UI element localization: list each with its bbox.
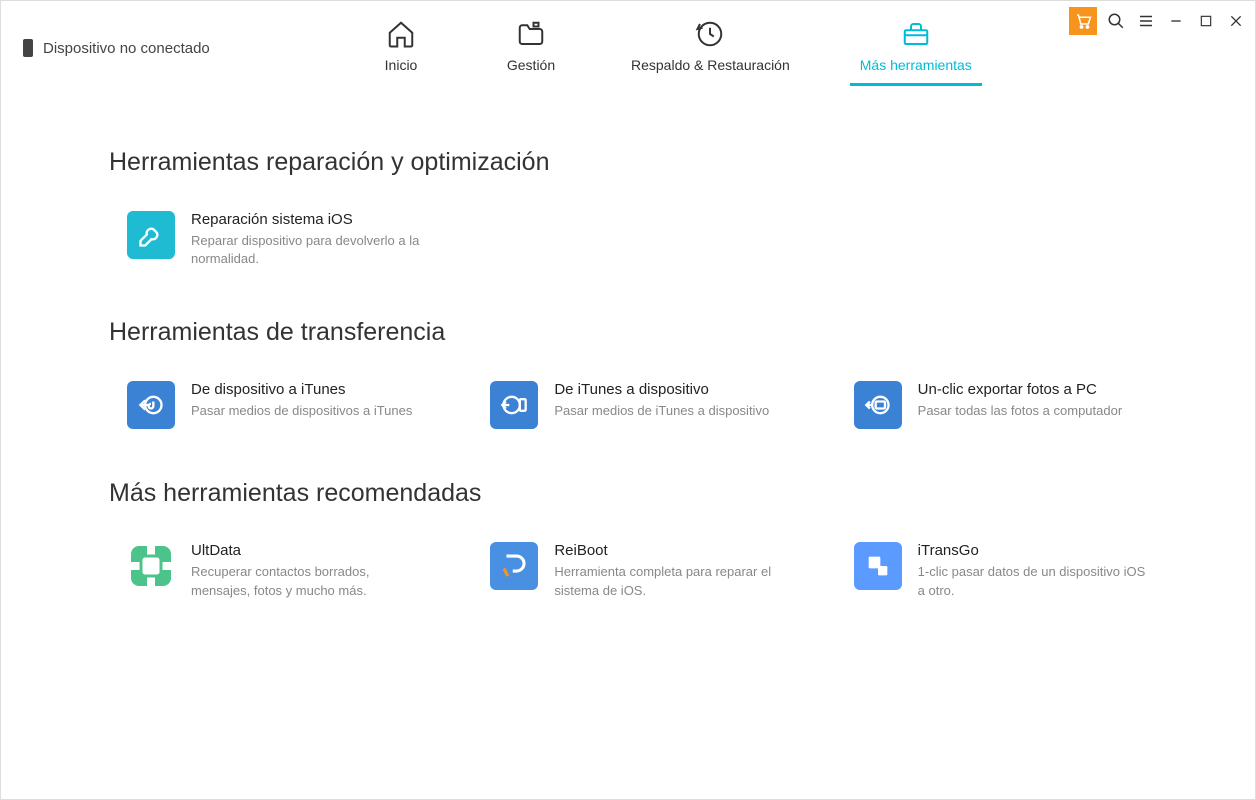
- folder-icon: [516, 19, 546, 49]
- close-icon: [1228, 13, 1244, 29]
- tool-text: iTransGo 1-clic pasar datos de un dispos…: [918, 542, 1147, 599]
- itunes-to-device-icon: [490, 381, 538, 429]
- cart-button[interactable]: [1069, 7, 1097, 35]
- tool-device-to-itunes[interactable]: De dispositivo a iTunes Pasar medios de …: [127, 381, 420, 429]
- tool-ultdata[interactable]: UltData Recuperar contactos borrados, me…: [127, 542, 420, 599]
- reiboot-icon: [490, 542, 538, 590]
- repair-row: Reparación sistema iOS Reparar dispositi…: [109, 211, 1147, 268]
- menu-icon: [1137, 12, 1155, 30]
- nav-tabs: Inicio Gestión Respaldo & Restauración M…: [371, 19, 972, 86]
- tab-home[interactable]: Inicio: [371, 19, 431, 86]
- transfer-row: De dispositivo a iTunes Pasar medios de …: [109, 381, 1147, 429]
- minimize-button[interactable]: [1165, 10, 1187, 32]
- tool-title: Un-clic exportar fotos a PC: [918, 381, 1147, 398]
- main-content: Herramientas reparación y optimización R…: [1, 93, 1255, 600]
- tool-desc: Pasar medios de iTunes a dispositivo: [554, 402, 783, 420]
- tool-text: ReiBoot Herramienta completa para repara…: [554, 542, 783, 599]
- close-button[interactable]: [1225, 10, 1247, 32]
- device-status-text: Dispositivo no conectado: [43, 40, 210, 57]
- tab-tools[interactable]: Más herramientas: [860, 19, 972, 86]
- cart-icon: [1074, 12, 1092, 30]
- tool-itunes-to-device[interactable]: De iTunes a dispositivo Pasar medios de …: [490, 381, 783, 429]
- tool-itransgo[interactable]: iTransGo 1-clic pasar datos de un dispos…: [854, 542, 1147, 599]
- tool-desc: Herramienta completa para reparar el sis…: [554, 563, 783, 599]
- tool-title: Reparación sistema iOS: [191, 211, 447, 228]
- tool-title: De dispositivo a iTunes: [191, 381, 420, 398]
- menu-button[interactable]: [1135, 10, 1157, 32]
- tab-home-label: Inicio: [385, 57, 418, 73]
- tab-manage[interactable]: Gestión: [501, 19, 561, 86]
- tab-backup[interactable]: Respaldo & Restauración: [631, 19, 790, 86]
- search-button[interactable]: [1105, 10, 1127, 32]
- tool-title: ReiBoot: [554, 542, 783, 559]
- tool-desc: Recuperar contactos borrados, mensajes, …: [191, 563, 420, 599]
- device-status: Dispositivo no conectado: [1, 1, 210, 57]
- tool-text: De iTunes a dispositivo Pasar medios de …: [554, 381, 783, 429]
- section-repair-title: Herramientas reparación y optimización: [109, 148, 1147, 177]
- window-controls: [1069, 7, 1247, 35]
- tool-text: Reparación sistema iOS Reparar dispositi…: [191, 211, 447, 268]
- tool-desc: Reparar dispositivo para devolverlo a la…: [191, 232, 447, 268]
- tab-backup-label: Respaldo & Restauración: [631, 57, 790, 73]
- ultdata-icon: [127, 542, 175, 590]
- tool-title: iTransGo: [918, 542, 1147, 559]
- backup-icon: [695, 19, 725, 49]
- tool-text: Un-clic exportar fotos a PC Pasar todas …: [918, 381, 1147, 429]
- tool-desc: 1-clic pasar datos de un dispositivo iOS…: [918, 563, 1147, 599]
- recommended-row: UltData Recuperar contactos borrados, me…: [109, 542, 1147, 599]
- export-photos-icon: [854, 381, 902, 429]
- maximize-button[interactable]: [1195, 10, 1217, 32]
- tool-title: UltData: [191, 542, 420, 559]
- tool-desc: Pasar todas las fotos a computador: [918, 402, 1147, 420]
- section-transfer-title: Herramientas de transferencia: [109, 318, 1147, 347]
- minimize-icon: [1168, 13, 1184, 29]
- search-icon: [1107, 12, 1125, 30]
- tool-title: De iTunes a dispositivo: [554, 381, 783, 398]
- tab-tools-label: Más herramientas: [860, 57, 972, 73]
- header-bar: Dispositivo no conectado Inicio Gestión …: [1, 1, 1255, 93]
- device-to-itunes-icon: [127, 381, 175, 429]
- tool-export-photos[interactable]: Un-clic exportar fotos a PC Pasar todas …: [854, 381, 1147, 429]
- tool-desc: Pasar medios de dispositivos a iTunes: [191, 402, 420, 420]
- tool-text: De dispositivo a iTunes Pasar medios de …: [191, 381, 420, 429]
- tool-text: UltData Recuperar contactos borrados, me…: [191, 542, 420, 599]
- section-recommended: Más herramientas recomendadas UltData Re…: [109, 479, 1147, 599]
- tool-reiboot[interactable]: ReiBoot Herramienta completa para repara…: [490, 542, 783, 599]
- itransgo-icon: [854, 542, 902, 590]
- tool-ios-repair[interactable]: Reparación sistema iOS Reparar dispositi…: [127, 211, 447, 268]
- maximize-icon: [1199, 14, 1213, 28]
- toolbox-icon: [901, 19, 931, 49]
- section-transfer: Herramientas de transferencia De disposi…: [109, 318, 1147, 429]
- section-repair: Herramientas reparación y optimización R…: [109, 148, 1147, 268]
- phone-icon: [23, 39, 33, 57]
- tab-manage-label: Gestión: [507, 57, 555, 73]
- wrench-icon: [127, 211, 175, 259]
- section-recommended-title: Más herramientas recomendadas: [109, 479, 1147, 508]
- home-icon: [386, 19, 416, 49]
